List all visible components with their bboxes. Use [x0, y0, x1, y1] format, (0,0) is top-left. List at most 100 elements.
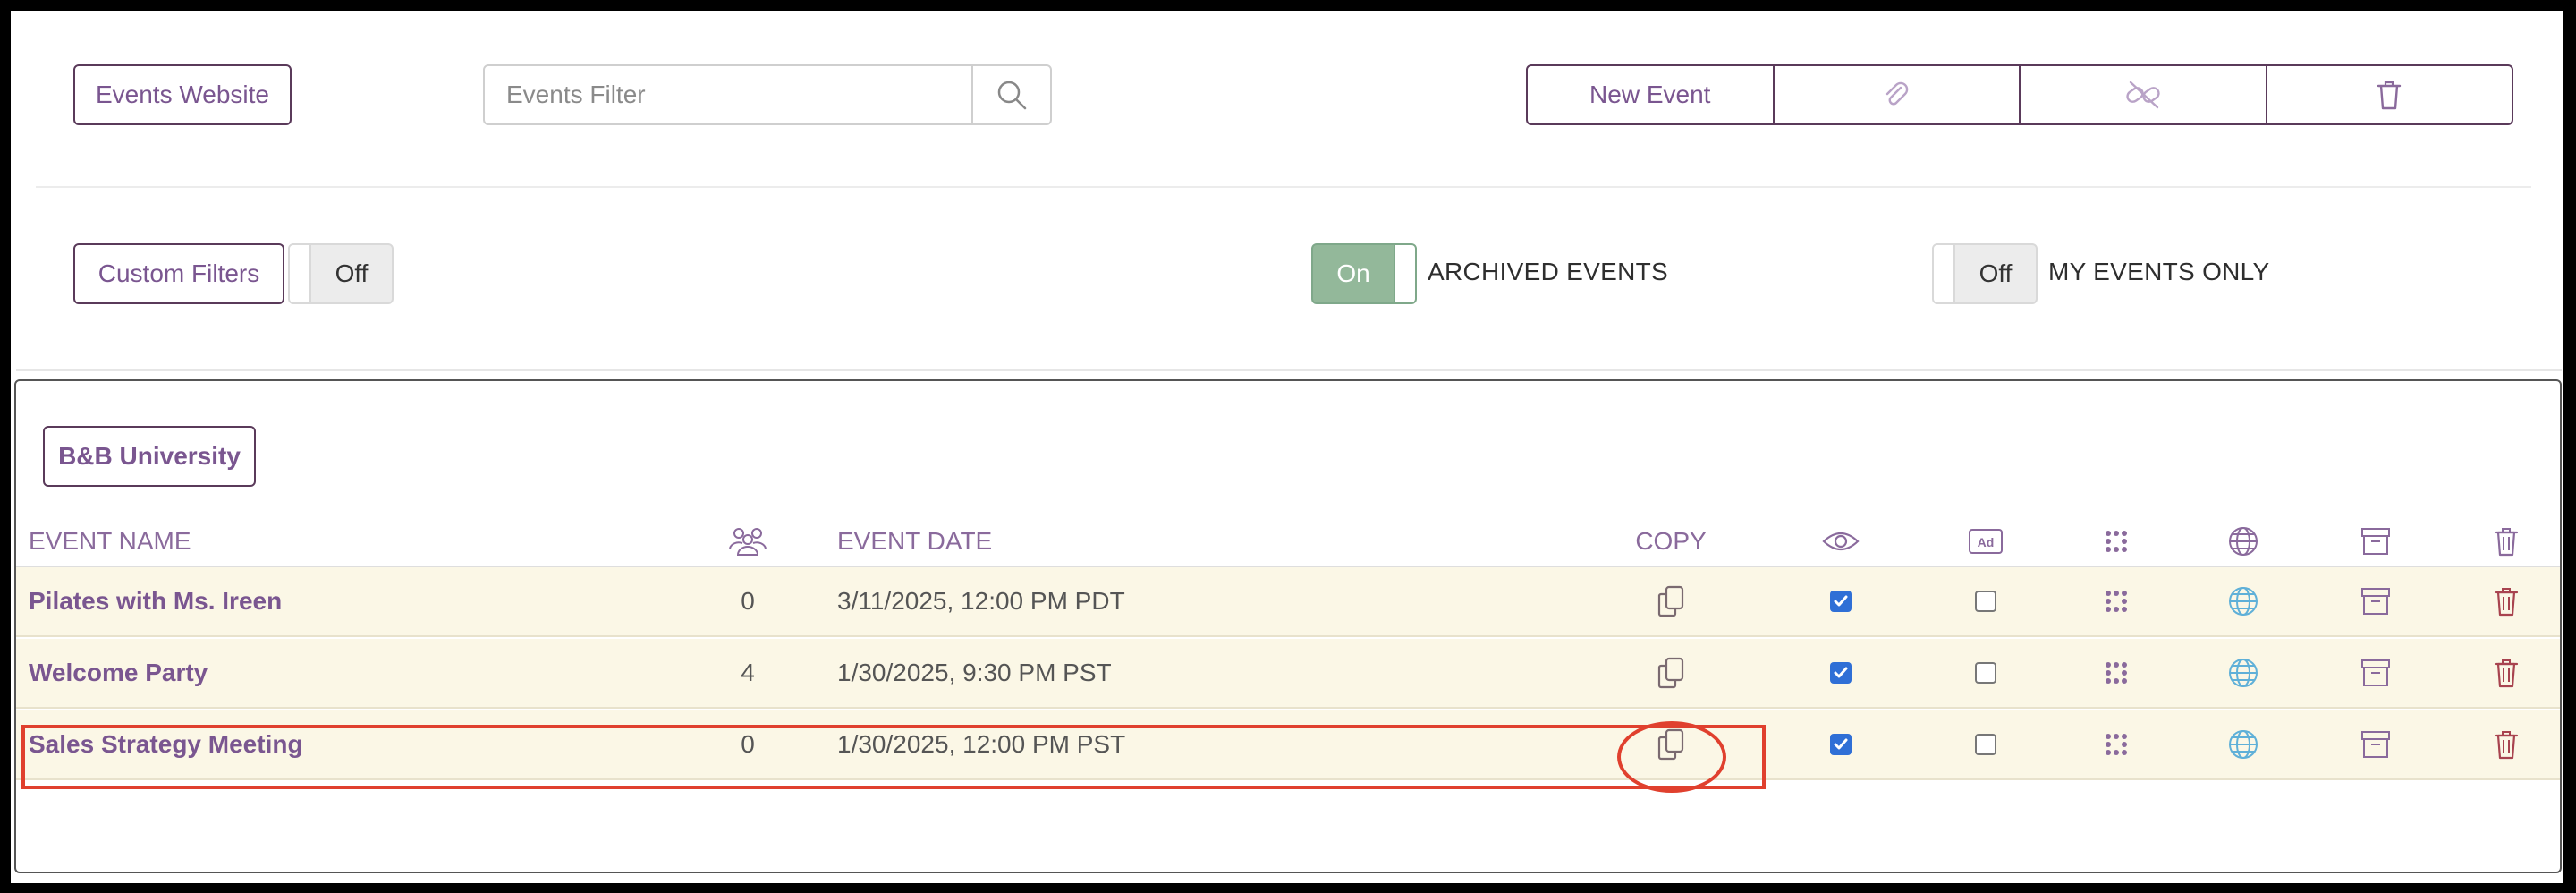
copy-icon	[1657, 657, 1684, 689]
copy-button[interactable]	[1599, 567, 1742, 635]
header-archive	[2340, 517, 2411, 566]
website-button[interactable]	[2207, 567, 2279, 635]
eye-icon	[1822, 532, 1860, 551]
custom-filters-button[interactable]: Custom Filters	[73, 243, 284, 304]
table-row[interactable]: Welcome Party 4 1/30/2025, 9:30 PM PST	[16, 639, 2560, 709]
visible-checkbox[interactable]	[1805, 710, 1877, 778]
toggle-knob	[1394, 245, 1415, 302]
grid-dots-icon	[2106, 591, 2127, 612]
checkbox[interactable]	[1830, 662, 1852, 684]
paperclip-icon	[1886, 81, 1909, 106]
search-button[interactable]	[971, 66, 1050, 123]
events-list-panel: B&B University EVENT NAME EVENT DATE COP…	[14, 379, 2562, 873]
checkbox[interactable]	[1975, 734, 1996, 755]
toggle-knob	[290, 245, 311, 302]
people-icon	[729, 528, 767, 556]
custom-filters-toggle[interactable]: Off	[288, 243, 394, 304]
grid-dots-icon	[2106, 734, 2127, 755]
archived-events-label: ARCHIVED EVENTS	[1428, 258, 1668, 285]
checkbox[interactable]	[1975, 591, 1996, 612]
ad-checkbox[interactable]	[1950, 710, 2021, 778]
delete-button[interactable]	[2470, 567, 2542, 635]
trash-icon	[2494, 659, 2519, 688]
table-header: EVENT NAME EVENT DATE COPY Ad	[16, 517, 2560, 567]
globe-icon	[2229, 659, 2258, 687]
archived-events-toggle[interactable]: On	[1311, 243, 1417, 304]
copy-button[interactable]	[1599, 639, 1742, 707]
globe-icon	[2229, 587, 2258, 616]
header-attendees[interactable]	[723, 517, 773, 566]
header-copy: COPY	[1635, 527, 1707, 555]
copy-icon	[1657, 585, 1684, 617]
table-row[interactable]: Sales Strategy Meeting 0 1/30/2025, 12:0…	[16, 710, 2560, 780]
header-qr	[2080, 517, 2152, 566]
archive-button[interactable]	[2340, 567, 2411, 635]
qr-code-button[interactable]	[2080, 567, 2152, 635]
grid-dots-icon	[2106, 531, 2127, 552]
ad-icon: Ad	[1969, 529, 2003, 554]
header-event-date[interactable]: EVENT DATE	[837, 517, 992, 566]
attendee-count: 0	[741, 587, 755, 615]
event-actions-group: New Event	[1526, 64, 2513, 125]
attendee-count: 4	[741, 659, 755, 686]
svg-text:Ad: Ad	[1978, 535, 1995, 549]
checkbox[interactable]	[1830, 734, 1852, 755]
visible-checkbox[interactable]	[1805, 567, 1877, 635]
header-delete	[2470, 517, 2542, 566]
trash-icon	[2494, 731, 2519, 760]
checkbox[interactable]	[1975, 662, 1996, 684]
globe-icon	[2229, 730, 2258, 759]
archive-icon	[2361, 588, 2390, 615]
delete-selected-button[interactable]	[2267, 66, 2512, 123]
events-filter-input[interactable]	[485, 66, 971, 123]
my-events-only-toggle[interactable]: Off	[1932, 243, 2038, 304]
header-event-name[interactable]: EVENT NAME	[29, 517, 191, 566]
toolbar-divider	[36, 186, 2531, 188]
event-name[interactable]: Welcome Party	[29, 639, 208, 707]
visible-checkbox[interactable]	[1805, 639, 1877, 707]
ad-checkbox[interactable]	[1950, 567, 2021, 635]
header-web	[2207, 517, 2279, 566]
app-frame: Events Website New Event	[11, 11, 2563, 883]
event-name[interactable]: Sales Strategy Meeting	[29, 710, 303, 778]
delete-button[interactable]	[2470, 639, 2542, 707]
my-events-only-label: MY EVENTS ONLY	[2048, 258, 2270, 285]
trash-icon	[2494, 588, 2519, 617]
event-date: 3/11/2025, 12:00 PM PDT	[837, 587, 1125, 615]
copy-icon	[1657, 728, 1684, 761]
event-date: 1/30/2025, 12:00 PM PST	[837, 730, 1126, 758]
archive-icon	[2361, 659, 2390, 686]
checkbox[interactable]	[1830, 591, 1852, 612]
attach-button[interactable]	[1775, 66, 2021, 123]
qr-code-button[interactable]	[2080, 639, 2152, 707]
header-ad: Ad	[1950, 517, 2021, 566]
website-button[interactable]	[2207, 639, 2279, 707]
new-event-button[interactable]: New Event	[1528, 66, 1775, 123]
search-icon	[997, 81, 1027, 110]
events-website-button[interactable]: Events Website	[73, 64, 292, 125]
grid-dots-icon	[2106, 662, 2127, 684]
globe-icon	[2229, 527, 2258, 556]
event-name[interactable]: Pilates with Ms. Ireen	[29, 567, 282, 635]
trash-icon	[2494, 528, 2519, 557]
website-button[interactable]	[2207, 710, 2279, 778]
toggle-knob	[1934, 245, 1955, 302]
archive-button[interactable]	[2340, 639, 2411, 707]
toggle-state-label: Off	[335, 259, 369, 287]
unlink-button[interactable]	[2021, 66, 2267, 123]
copy-button[interactable]	[1599, 710, 1742, 778]
events-filter-search	[483, 64, 1052, 125]
archive-icon	[2361, 731, 2390, 758]
archive-icon	[2361, 528, 2390, 555]
toolbar-panel: Events Website New Event	[16, 18, 2562, 371]
table-row[interactable]: Pilates with Ms. Ireen 0 3/11/2025, 12:0…	[16, 567, 2560, 637]
group-button[interactable]: B&B University	[43, 426, 256, 487]
archive-button[interactable]	[2340, 710, 2411, 778]
header-visible	[1805, 517, 1877, 566]
unlink-icon	[2126, 81, 2160, 109]
delete-button[interactable]	[2470, 710, 2542, 778]
ad-checkbox[interactable]	[1950, 639, 2021, 707]
qr-code-button[interactable]	[2080, 710, 2152, 778]
trash-icon	[2377, 81, 2402, 110]
toggle-state-label: Off	[1979, 259, 2012, 287]
